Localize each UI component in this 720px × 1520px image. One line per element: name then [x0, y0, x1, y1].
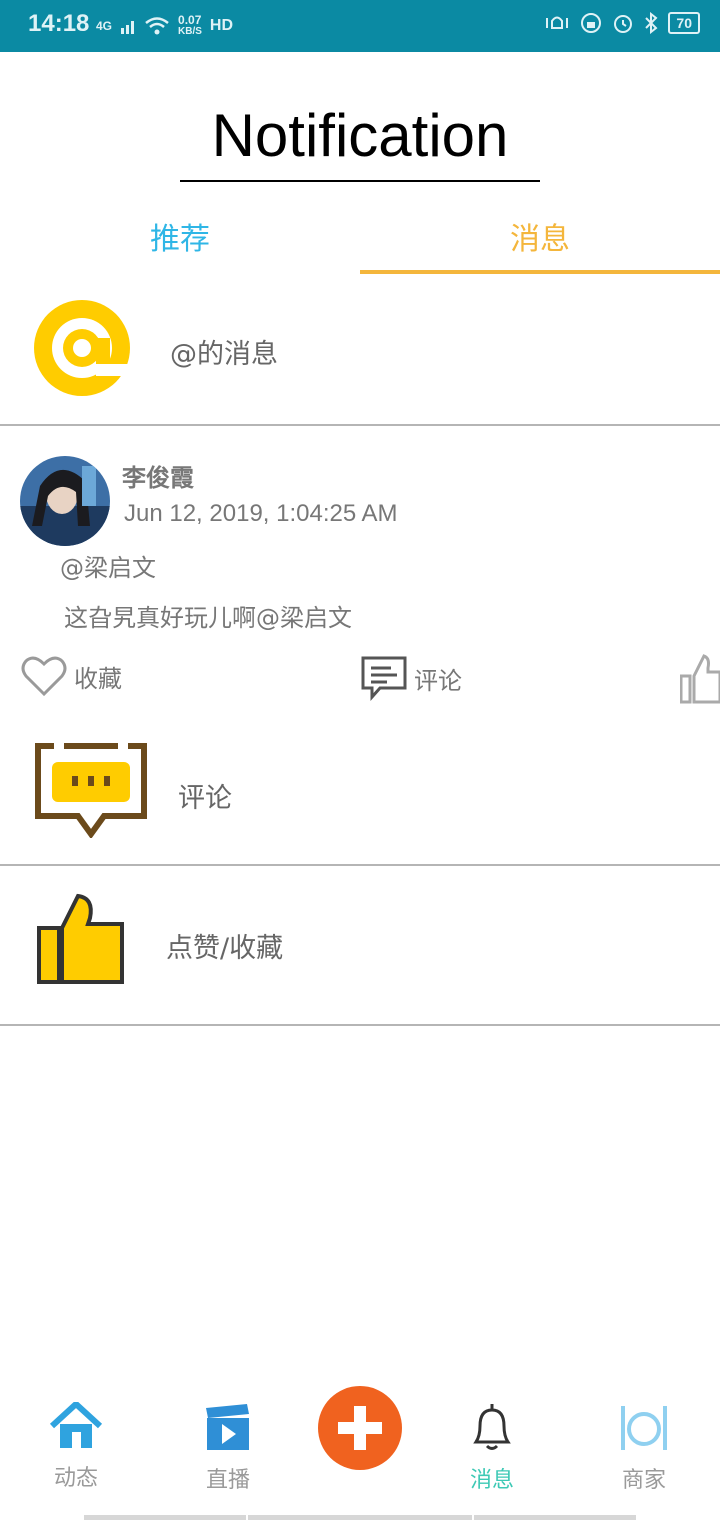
status-bar: 14:18 4G 0.07 KB/S HD 70 — [0, 0, 720, 52]
nav-indicator — [84, 1515, 246, 1520]
like-favorite-label: 点赞/收藏 — [166, 933, 284, 964]
bluetooth-icon — [645, 12, 658, 34]
nav-messages-label: 消息 — [469, 1468, 514, 1493]
avatar-image — [20, 456, 110, 546]
network-type: 4G — [96, 19, 113, 33]
post-time: Jun 12, 2019, 1:04:25 AM — [124, 500, 398, 527]
like-button[interactable] — [680, 654, 720, 704]
heart-icon — [21, 656, 67, 697]
nav-merchants[interactable]: 商家 — [594, 1402, 694, 1494]
nav-indicator — [248, 1515, 472, 1520]
comment-notifications-label: 评论 — [178, 783, 232, 814]
comment-notifications-row[interactable]: 评论 — [0, 714, 720, 866]
net-speed: 0.07 KB/S — [178, 13, 202, 37]
bell-icon — [473, 1404, 511, 1450]
thumbs-up-yellow-icon — [37, 893, 124, 984]
tab-recommend[interactable]: 推荐 — [0, 212, 360, 274]
home-icon — [49, 1399, 103, 1448]
comment-button[interactable]: 评论 — [360, 654, 462, 702]
tab-bar: 推荐 消息 — [0, 212, 720, 274]
nav-messages[interactable]: 消息 — [442, 1402, 542, 1494]
nav-merchants-label: 商家 — [621, 1468, 666, 1493]
at-messages-label: @的消息 — [170, 339, 278, 370]
avatar[interactable] — [20, 456, 110, 546]
plus-icon — [338, 1406, 382, 1450]
chat-bubble-icon — [35, 742, 147, 838]
post-content: 这旮旯真好玩儿啊@梁启文 — [64, 604, 352, 632]
page-title: Notification — [180, 92, 540, 182]
status-left-icons: 4G 0.07 KB/S HD — [96, 14, 233, 38]
lock-rotation-icon — [581, 13, 602, 33]
at-messages-row[interactable]: @的消息 — [0, 276, 720, 426]
nav-indicator — [474, 1515, 636, 1520]
status-right-icons: 70 — [544, 12, 700, 34]
favorite-button[interactable]: 收藏 — [20, 652, 122, 700]
post-mention[interactable]: @梁启文 — [60, 548, 156, 583]
tab-messages[interactable]: 消息 — [360, 212, 720, 274]
vibrate-icon — [546, 16, 569, 29]
thumbs-up-icon — [680, 654, 720, 704]
favorite-label: 收藏 — [74, 664, 122, 693]
nav-feed[interactable]: 动态 — [26, 1399, 126, 1492]
nav-live[interactable]: 直播 — [178, 1402, 278, 1494]
add-button[interactable] — [318, 1386, 402, 1470]
hd-icon: HD — [209, 17, 234, 34]
post-card: 李俊霞 Jun 12, 2019, 1:04:25 AM @梁启文 这旮旯真好玩… — [0, 426, 720, 714]
signal-icon — [121, 21, 135, 34]
video-icon — [206, 1404, 249, 1450]
alarm-icon — [614, 15, 633, 33]
at-sign-icon — [34, 300, 130, 396]
comment-icon — [361, 656, 407, 701]
dining-icon — [621, 1406, 667, 1450]
status-time: 14:18 — [28, 10, 90, 37]
comment-label: 评论 — [414, 666, 462, 695]
nav-feed-label: 动态 — [53, 1466, 98, 1491]
wifi-icon — [145, 17, 169, 35]
bottom-navigation: 动态 直播 消息 商家 — [0, 1380, 720, 1520]
battery-indicator: 70 — [668, 12, 700, 34]
nav-live-label: 直播 — [205, 1468, 250, 1493]
post-author[interactable]: 李俊霞 — [122, 458, 194, 493]
like-favorite-row[interactable]: 点赞/收藏 — [0, 866, 720, 1026]
